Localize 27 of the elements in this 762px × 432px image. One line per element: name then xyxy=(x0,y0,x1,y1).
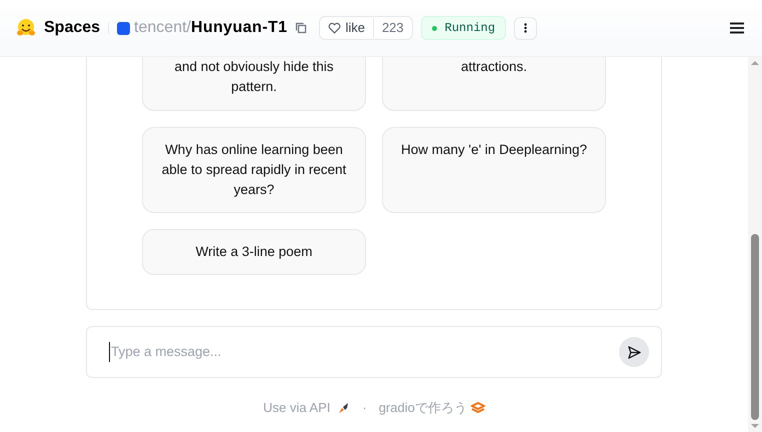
footer-dot: · xyxy=(362,399,367,417)
example-prompt-button[interactable]: How many 'e' in Deeplearning? xyxy=(382,127,606,213)
gradio-logo-icon xyxy=(470,402,485,414)
rocket-icon xyxy=(338,402,350,414)
menu-icon[interactable] xyxy=(730,22,744,34)
send-icon xyxy=(626,344,642,360)
hugging-face-emoji-icon xyxy=(16,18,36,38)
repo-name[interactable]: Hunyuan-T1 xyxy=(190,16,288,40)
send-button[interactable] xyxy=(619,337,649,367)
org-avatar-icon xyxy=(117,22,130,34)
like-button[interactable]: like 223 xyxy=(319,16,413,40)
scrollbar[interactable] xyxy=(748,57,762,432)
example-prompt-button[interactable]: and not obviously hide this pattern. xyxy=(142,57,366,111)
path-separator: / xyxy=(186,18,191,38)
like-count: 223 xyxy=(372,18,412,38)
more-vertical-icon xyxy=(524,23,528,33)
like-label: like xyxy=(345,19,365,38)
example-prompt-button[interactable]: Why has online learning been able to spread rapidly in recent years? xyxy=(142,127,366,213)
more-options-button[interactable] xyxy=(514,16,538,40)
message-field[interactable]: Type a message... xyxy=(109,342,619,362)
example-prompt-button[interactable]: attractions. xyxy=(382,57,606,111)
spaces-title[interactable]: Spaces xyxy=(44,16,100,40)
heart-icon xyxy=(328,22,342,34)
example-prompt-button[interactable]: Write a 3-line poem xyxy=(142,229,366,275)
copy-icon[interactable] xyxy=(295,22,308,34)
message-box[interactable]: Type a message... xyxy=(86,326,662,378)
status-badge: Running xyxy=(420,16,506,40)
